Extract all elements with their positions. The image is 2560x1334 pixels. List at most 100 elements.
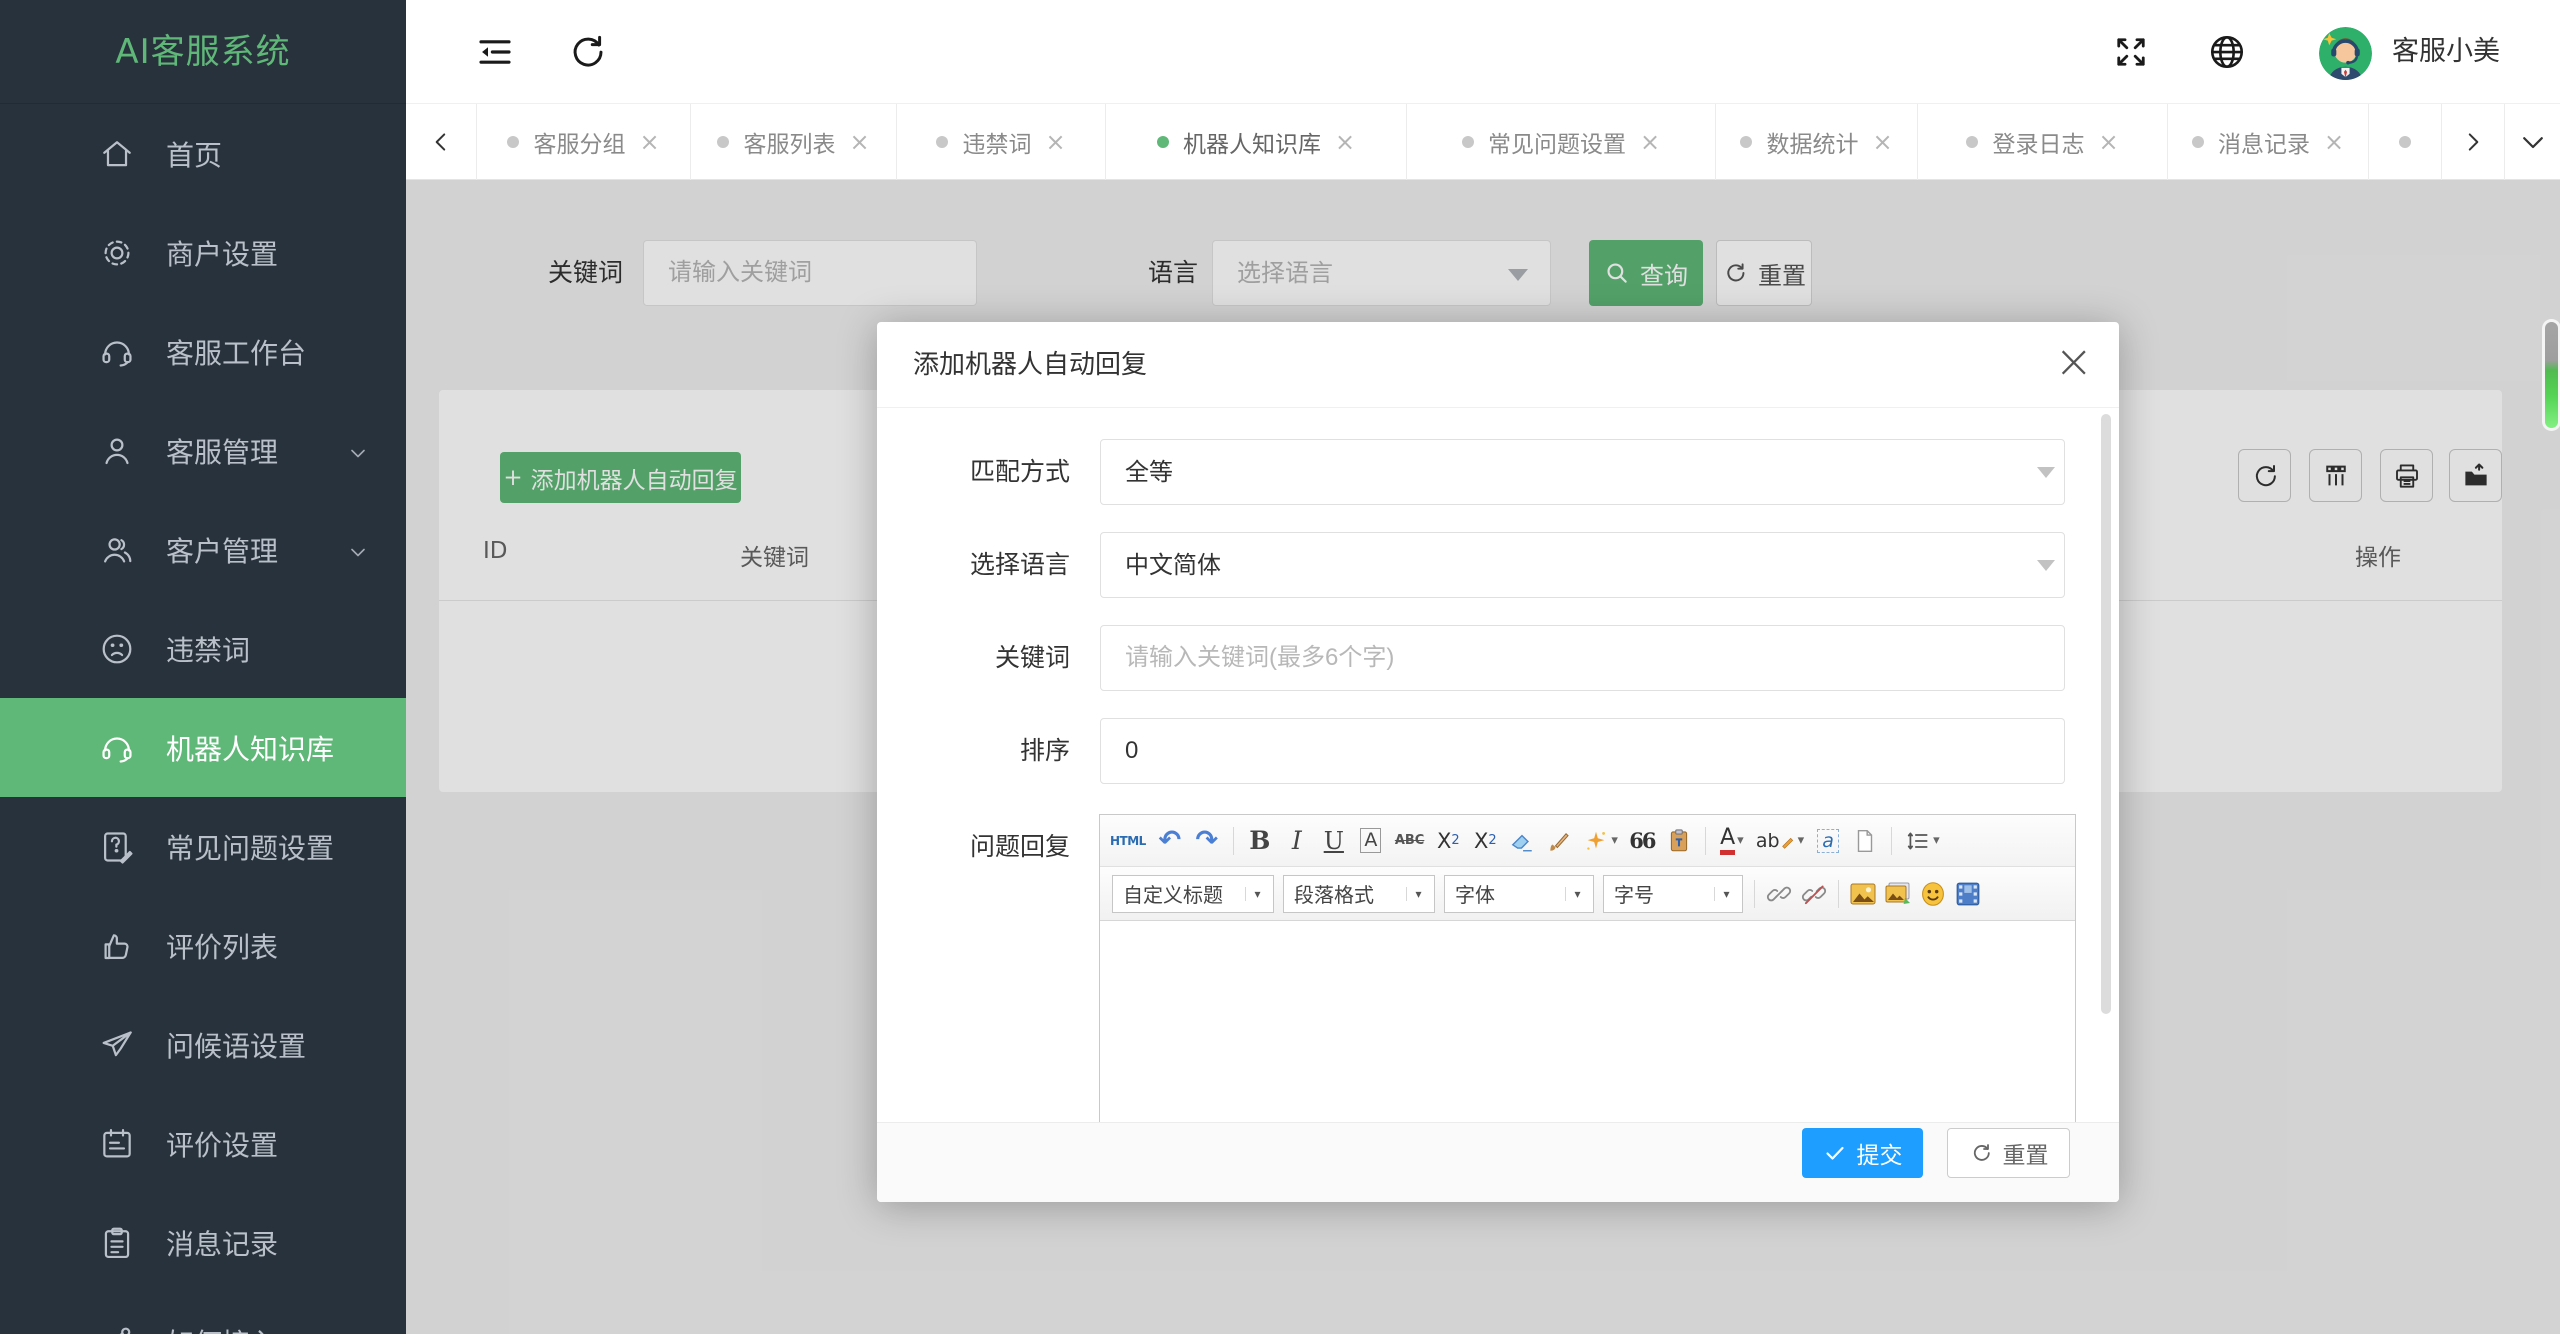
- tab-close-icon[interactable]: ×: [2098, 130, 2118, 154]
- editor-toolbar-row1: HTML ↶ ↷ B I U A ABC X2 X2 ▾ 66 A ▾ ab ▾ a: [1100, 815, 2075, 867]
- refresh-page-icon[interactable]: [566, 31, 608, 73]
- sidebar-item-home[interactable]: 首页: [0, 104, 406, 203]
- tab-message-records[interactable]: 消息记录 ×: [2168, 104, 2369, 180]
- submit-button[interactable]: 提交: [1802, 1128, 1923, 1178]
- home-icon: [98, 135, 136, 173]
- tab-agent-groups[interactable]: 客服分组 ×: [477, 104, 691, 180]
- multi-image-icon[interactable]: [1885, 877, 1911, 911]
- tab-label: 数据统计: [1766, 132, 1859, 158]
- language-select[interactable]: 中文简体: [1100, 532, 2065, 598]
- tab-close-icon[interactable]: ×: [639, 130, 659, 154]
- tab-close-icon[interactable]: ×: [849, 130, 869, 154]
- user-avatar[interactable]: [2319, 27, 2372, 80]
- strikethrough-icon[interactable]: ABC: [1395, 824, 1425, 858]
- dialog-title: 添加机器人自动回复: [913, 350, 1148, 380]
- tab-partial[interactable]: [2369, 104, 2442, 180]
- auto-typeset-icon[interactable]: ▾: [1583, 824, 1618, 858]
- page-scrollbar-thumb[interactable]: [2545, 322, 2558, 428]
- insert-image-icon[interactable]: [1850, 877, 1876, 911]
- redo-icon[interactable]: ↷: [1194, 824, 1220, 858]
- tab-bar: 客服分组 × 客服列表 × 违禁词 × 机器人知识库 × 常见问题设置 × 数据…: [406, 104, 2560, 180]
- tabs-menu-button[interactable]: [2504, 104, 2560, 180]
- match-type-select[interactable]: 全等: [1100, 439, 2065, 505]
- dialog-reset-label: 重置: [2002, 1143, 2049, 1169]
- font-size-select[interactable]: 字号 ▾: [1603, 874, 1743, 913]
- dropdown-arrow-icon: ▾: [1933, 833, 1940, 848]
- sidebar-item-robot-knowledge-base[interactable]: 机器人知识库: [0, 698, 406, 797]
- sidebar-item-workbench[interactable]: 客服工作台: [0, 302, 406, 401]
- blockquote-icon[interactable]: 66: [1629, 824, 1656, 858]
- tab-label: 机器人知识库: [1182, 132, 1321, 158]
- paragraph-format-select[interactable]: 段落格式 ▾: [1283, 874, 1435, 913]
- text-highlight-icon[interactable]: ab ▾: [1756, 824, 1804, 858]
- font-color-icon[interactable]: A ▾: [1719, 824, 1745, 858]
- sidebar-item-label: 如何接入: [166, 1322, 278, 1334]
- close-icon[interactable]: ×: [2054, 334, 2093, 389]
- dialog-reset-button[interactable]: 重置: [1947, 1128, 2070, 1178]
- tab-login-logs[interactable]: 登录日志 ×: [1918, 104, 2168, 180]
- sidebar-item-customer-management[interactable]: 客户管理: [0, 500, 406, 599]
- link-icon[interactable]: [1766, 877, 1792, 911]
- tab-close-icon[interactable]: ×: [1335, 130, 1355, 154]
- user-name[interactable]: 客服小美: [2392, 0, 2500, 104]
- headset-icon: [98, 333, 136, 371]
- sort-input[interactable]: [1100, 718, 2065, 784]
- keyword-input[interactable]: [1100, 625, 2065, 691]
- fullscreen-icon[interactable]: [2110, 31, 2152, 73]
- subscript-icon[interactable]: X2: [1472, 824, 1498, 858]
- sidebar-item-agent-management[interactable]: 客服管理: [0, 401, 406, 500]
- emoticon-icon[interactable]: [1920, 877, 1946, 911]
- tab-close-icon[interactable]: ×: [1045, 130, 1065, 154]
- html-source-icon[interactable]: HTML: [1110, 824, 1146, 858]
- globe-language-icon[interactable]: [2206, 31, 2248, 73]
- format-painter-icon[interactable]: [1546, 824, 1572, 858]
- tabs-scroll-left-button[interactable]: [406, 104, 477, 180]
- dropdown-arrow-icon: [2037, 560, 2055, 571]
- sidebar-item-label: 商户设置: [166, 237, 279, 271]
- tab-close-icon[interactable]: ×: [2324, 130, 2344, 154]
- sidebar-item-forbidden-words[interactable]: 违禁词: [0, 599, 406, 698]
- tab-label: 常见问题设置: [1487, 132, 1626, 158]
- font-family-select[interactable]: 字体 ▾: [1444, 874, 1594, 913]
- tab-status-dot-active: [1156, 136, 1169, 148]
- new-page-icon[interactable]: [1852, 824, 1878, 858]
- superscript-icon[interactable]: X2: [1435, 824, 1461, 858]
- paste-plain-text-icon[interactable]: [1666, 824, 1692, 858]
- sidebar-item-label: 客服管理: [166, 435, 279, 469]
- heading-select[interactable]: 自定义标题 ▾: [1112, 874, 1274, 913]
- editor-content-area[interactable]: [1100, 921, 2075, 1122]
- tab-status-dot: [1966, 136, 1979, 148]
- dropdown-arrow-icon: [2037, 467, 2055, 478]
- dialog-scrollbar-thumb[interactable]: [2101, 414, 2111, 1014]
- tab-faq-settings[interactable]: 常见问题设置 ×: [1407, 104, 1716, 180]
- sidebar-item-message-records[interactable]: 消息记录: [0, 1193, 406, 1292]
- line-height-icon[interactable]: ▾: [1905, 824, 1940, 858]
- bordered-text-icon[interactable]: A: [1360, 828, 1382, 853]
- sidebar-item-how-to-access[interactable]: 如何接入: [0, 1292, 406, 1334]
- tab-close-icon[interactable]: ×: [1640, 130, 1660, 154]
- tab-robot-knowledge-base[interactable]: 机器人知识库 ×: [1106, 104, 1407, 180]
- sidebar-item-greeting-settings[interactable]: 问候语设置: [0, 995, 406, 1094]
- eraser-icon[interactable]: [1509, 824, 1535, 858]
- insert-video-icon[interactable]: [1955, 877, 1981, 911]
- undo-icon[interactable]: ↶: [1157, 824, 1183, 858]
- sidebar-item-label: 机器人知识库: [166, 732, 335, 766]
- tab-label: 客服列表: [743, 132, 836, 158]
- tab-data-statistics[interactable]: 数据统计 ×: [1716, 104, 1918, 180]
- tab-label: 违禁词: [962, 132, 1032, 158]
- collapse-sidebar-icon[interactable]: [474, 31, 516, 73]
- tab-agent-list[interactable]: 客服列表 ×: [691, 104, 897, 180]
- anchor-icon[interactable]: a: [1815, 824, 1841, 858]
- tab-close-icon[interactable]: ×: [1872, 130, 1892, 154]
- underline-icon[interactable]: U: [1321, 824, 1347, 858]
- tabs-scroll-right-button[interactable]: [2442, 104, 2504, 180]
- italic-icon[interactable]: I: [1284, 824, 1310, 858]
- sidebar-item-review-list[interactable]: 评价列表: [0, 896, 406, 995]
- sidebar-item-merchant-settings[interactable]: 商户设置: [0, 203, 406, 302]
- tab-forbidden-words[interactable]: 违禁词 ×: [897, 104, 1106, 180]
- dropdown-arrow-icon: ▾: [1737, 833, 1744, 848]
- sidebar-item-rating-settings[interactable]: 评价设置: [0, 1094, 406, 1193]
- unlink-icon[interactable]: [1801, 877, 1827, 911]
- sidebar-item-faq-settings[interactable]: 常见问题设置: [0, 797, 406, 896]
- bold-icon[interactable]: B: [1247, 824, 1273, 858]
